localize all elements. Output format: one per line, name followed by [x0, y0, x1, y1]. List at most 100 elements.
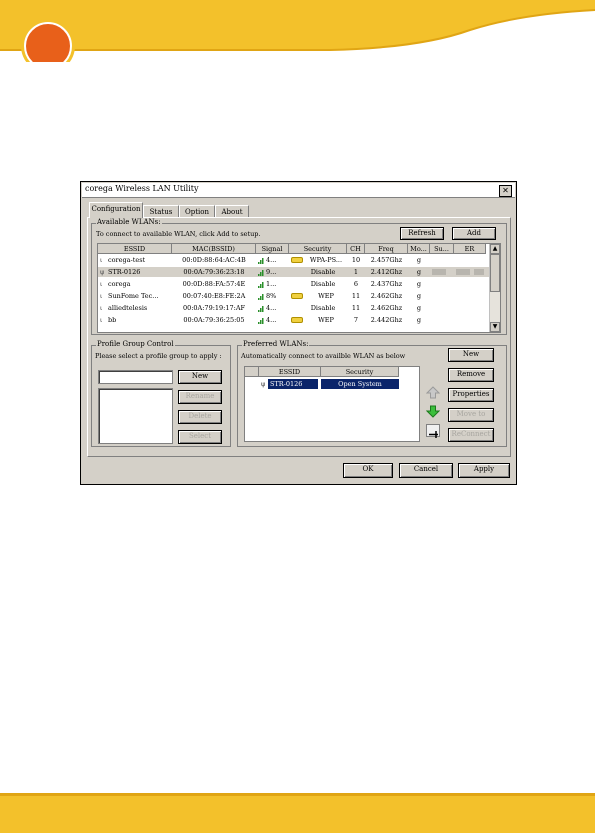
- col-freq[interactable]: Freq: [365, 244, 408, 254]
- signal-icon: [258, 291, 266, 301]
- wlan-signal-cell: 4...: [266, 304, 277, 312]
- wlan-row[interactable]: ι alliedtelesis 00:0A:79:19:17:AF 4... Disab…: [98, 303, 496, 313]
- tab-configuration[interactable]: Configuration: [89, 202, 143, 218]
- profile-new-button[interactable]: New: [178, 370, 222, 384]
- wlan-mode-cell: g: [416, 292, 422, 300]
- page-header-banner: [0, 0, 595, 62]
- col-pref-essid[interactable]: ESSID: [259, 367, 321, 377]
- antenna-icon: ι: [100, 280, 103, 288]
- col-signal[interactable]: Signal: [256, 244, 289, 254]
- col-ch[interactable]: CH: [347, 244, 365, 254]
- available-wlans-list[interactable]: ESSID MAC(BSSID) Signal Security CH Freq…: [97, 243, 501, 333]
- wlan-freq-cell: 2.412Ghz: [370, 268, 403, 276]
- preferred-wlans-hint: Automatically connect to availble WLAN a…: [241, 352, 406, 360]
- wlan-ch-cell: 1: [353, 268, 359, 276]
- wlan-mode-cell: g: [416, 316, 422, 324]
- pref-security-cell: Open System: [321, 379, 399, 389]
- preferred-wlans-caption: Preferred WLANs:: [242, 340, 310, 348]
- page-footer-band: [0, 793, 595, 833]
- profile-select-button[interactable]: Select: [178, 430, 222, 444]
- col-mode[interactable]: Mo...: [408, 244, 430, 254]
- preferred-moveto-button[interactable]: Move to: [448, 408, 494, 422]
- pin-icon[interactable]: [426, 424, 440, 438]
- antenna-icon: ι: [100, 316, 103, 324]
- wlan-mac-cell: 00:0A:79:19:17:AF: [182, 304, 246, 312]
- col-mac[interactable]: MAC(BSSID): [172, 244, 256, 254]
- available-wlans-group: Available WLANs: To connect to available…: [91, 218, 507, 335]
- configuration-panel: Available WLANs: To connect to available…: [87, 217, 511, 457]
- window-title: corega Wireless LAN Utility: [85, 184, 199, 193]
- col-security[interactable]: Security: [289, 244, 347, 254]
- profile-delete-button[interactable]: Delete: [178, 410, 222, 424]
- wlan-mode-cell: g: [416, 268, 422, 276]
- antenna-icon: ι: [100, 304, 103, 312]
- wlan-signal-cell: 1...: [266, 280, 277, 288]
- wlan-security-cell: Disable: [310, 304, 336, 312]
- antenna-icon: ι: [100, 256, 103, 264]
- profile-group-caption: Profile Group Control: [96, 340, 175, 348]
- profile-group-list[interactable]: [98, 388, 173, 444]
- preferred-wlans-list[interactable]: ESSID Security ψ STR-0126 Open System: [244, 366, 420, 442]
- selection-block: [432, 269, 446, 275]
- signal-icon: [258, 303, 266, 313]
- cancel-button[interactable]: Cancel: [399, 463, 453, 478]
- wlan-row[interactable]: ι corega-test 00:0D:88:64:AC:4B 4... WPA-PS.…: [98, 255, 496, 265]
- close-button[interactable]: ✕: [499, 185, 512, 197]
- wlan-ch-cell: 11: [351, 304, 361, 312]
- wlan-mac-cell: 00:0D:88:64:AC:4B: [182, 256, 246, 264]
- profile-group-input[interactable]: [98, 370, 173, 384]
- scroll-up-button[interactable]: ▲: [490, 244, 500, 254]
- profile-group-control: Profile Group Control Please select a pr…: [91, 340, 231, 447]
- wlan-mode-cell: g: [416, 280, 422, 288]
- preferred-new-button[interactable]: New: [448, 348, 494, 362]
- wlan-essid-cell: alliedtelesis: [108, 304, 148, 312]
- wlan-row[interactable]: ι SunFome Tec... 00:07:40:E8:FE:2A 8% WEP 11 2…: [98, 291, 496, 301]
- wlan-freq-cell: 2.437Ghz: [370, 280, 403, 288]
- wlan-security-cell: WEP: [318, 292, 334, 300]
- preferred-wlans-group: Preferred WLANs: Automatically connect t…: [237, 340, 507, 447]
- wlan-ch-cell: 11: [351, 292, 361, 300]
- col-er[interactable]: ER: [454, 244, 486, 254]
- selection-block: [474, 269, 484, 275]
- pref-essid-cell: STR-0126: [268, 379, 318, 389]
- wlan-security-cell: WPA-PS...: [309, 256, 343, 264]
- preferred-row[interactable]: ψ STR-0126 Open System: [245, 379, 419, 389]
- wlan-freq-cell: 2.442Ghz: [370, 316, 403, 324]
- add-button[interactable]: Add: [452, 227, 496, 240]
- refresh-button[interactable]: Refresh: [400, 227, 444, 240]
- list-scrollbar[interactable]: ▲ ▼: [489, 244, 500, 332]
- preferred-properties-button[interactable]: Properties: [448, 388, 494, 402]
- antenna-icon: ψ: [100, 268, 105, 276]
- wlan-mode-cell: g: [416, 256, 422, 264]
- ok-button[interactable]: OK: [343, 463, 393, 478]
- wlan-essid-cell: corega: [108, 280, 131, 288]
- wlan-ch-cell: 7: [353, 316, 359, 324]
- wlan-row[interactable]: ι bb 00:0A:79:36:25:05 4... WEP 7 2.442Ghz g: [98, 315, 496, 325]
- apply-button[interactable]: Apply: [458, 463, 510, 478]
- preferred-reconnect-button[interactable]: ReConnect: [448, 428, 494, 442]
- preferred-remove-button[interactable]: Remove: [448, 368, 494, 382]
- scroll-down-button[interactable]: ▼: [490, 322, 500, 332]
- move-down-arrow-icon[interactable]: [425, 403, 441, 418]
- signal-icon: [258, 315, 266, 325]
- col-essid[interactable]: ESSID: [98, 244, 172, 254]
- wireless-utility-window: corega Wireless LAN Utility ✕ Configurat…: [80, 181, 517, 485]
- wlan-security-cell: Disable: [310, 268, 336, 276]
- profile-rename-button[interactable]: Rename: [178, 390, 222, 404]
- scroll-thumb[interactable]: [490, 254, 500, 292]
- wlan-ch-cell: 10: [351, 256, 361, 264]
- key-icon: [291, 255, 303, 265]
- move-up-arrow-icon[interactable]: [425, 384, 441, 399]
- col-pref-security[interactable]: Security: [321, 367, 399, 377]
- wlan-security-cell: WEP: [318, 316, 334, 324]
- wlan-essid-cell: bb: [108, 316, 117, 324]
- wlan-row[interactable]: ι corega 00:0D:88:FA:57:4E 1... Disable 6 2.43…: [98, 279, 496, 289]
- wlan-freq-cell: 2.457Ghz: [370, 256, 403, 264]
- wlan-mac-cell: 00:0A:79:36:23:18: [183, 268, 245, 276]
- key-icon: [291, 315, 303, 325]
- col-pref-icon: [245, 367, 259, 377]
- wlan-security-cell: Disable: [310, 280, 336, 288]
- title-bar: corega Wireless LAN Utility ✕: [82, 183, 515, 198]
- wlan-row[interactable]: ψ STR-0126 00:0A:79:36:23:18 9... Disable 1 2.…: [98, 267, 496, 277]
- col-supported[interactable]: Su...: [430, 244, 454, 254]
